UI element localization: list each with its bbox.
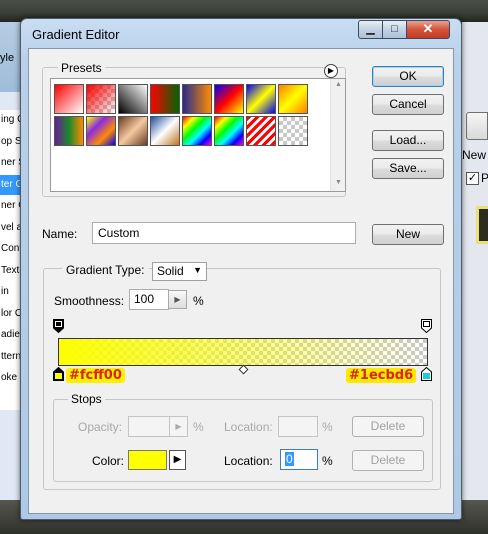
gradient-fill	[59, 339, 427, 365]
background-dialog-title: yle	[0, 52, 15, 64]
opacity-location-label: Location:	[224, 420, 273, 434]
preset-swatch-blue-yellow-blue[interactable]	[246, 84, 276, 114]
color-menu-button[interactable]: ▶	[169, 450, 186, 470]
gradient-type-label: Gradient Type:	[62, 263, 149, 277]
smoothness-label: Smoothness:	[54, 294, 125, 308]
scroll-up-icon[interactable]: ▲	[331, 81, 346, 88]
presets-scrollbar[interactable]: ▲ ▼	[330, 79, 345, 191]
preset-swatch-yellow-violet-orange-blue[interactable]	[86, 116, 116, 146]
opacity-location-percent: %	[322, 420, 333, 434]
background-button	[466, 112, 488, 140]
background-swatch	[476, 206, 488, 244]
background-style-list: ing Op op Sh ner Sh ter Gl ner Gl vel an Conto…	[0, 110, 22, 410]
background-style-list-item: in	[1, 286, 9, 297]
smoothness-input[interactable]: 100	[129, 289, 169, 310]
scroll-down-icon[interactable]: ▼	[331, 179, 346, 186]
play-arrow-icon: ▶	[174, 295, 181, 304]
left-color-hex-annotation: #fcff00	[66, 368, 125, 383]
ok-button[interactable]: OK	[372, 66, 444, 87]
presets-label: Presets	[58, 61, 105, 75]
delete-opacity-stop-button[interactable]: Delete	[352, 416, 424, 437]
stop-color-swatch[interactable]	[128, 450, 167, 470]
background-style-list-item: ner Sh	[1, 157, 21, 168]
preset-swatch-spectrum[interactable]	[182, 116, 212, 146]
opacity-input[interactable]	[128, 416, 170, 437]
preset-swatch-violet-orange[interactable]	[182, 84, 212, 114]
preset-swatch-blue-red-yellow[interactable]	[214, 84, 244, 114]
preset-swatch-copper[interactable]	[118, 116, 148, 146]
opacity-stop-icon	[53, 319, 64, 334]
preset-swatch-checker-empty[interactable]	[278, 116, 308, 146]
preset-swatch-black-white[interactable]	[118, 84, 148, 114]
color-location-value: 0	[285, 452, 294, 466]
color-label: Color:	[92, 454, 125, 468]
opacity-percent: %	[193, 420, 204, 434]
chevron-down-icon: ▼	[193, 265, 202, 275]
close-button[interactable]: ✕	[406, 20, 450, 39]
smoothness-stepper[interactable]: ▶	[168, 290, 187, 309]
smoothness-percent: %	[193, 294, 204, 308]
background-style-list-item: lor O	[1, 307, 22, 319]
right-color-hex-annotation: #1ecbd6	[346, 368, 417, 383]
color-stop-right[interactable]	[421, 366, 432, 381]
background-style-list-item: Conto	[1, 243, 21, 254]
opacity-stop-icon	[421, 319, 432, 334]
color-stop-icon	[53, 366, 64, 381]
color-location-input[interactable]: 0	[280, 449, 318, 470]
background-style-list-item: ttern O	[1, 350, 22, 362]
preset-swatch-transparent-rainbow[interactable]	[214, 116, 244, 146]
color-stop-left[interactable]	[53, 366, 64, 381]
delete-color-stop-button[interactable]: Delete	[352, 450, 424, 471]
background-right-dialog	[462, 22, 488, 500]
preset-swatch-chrome[interactable]	[150, 116, 180, 146]
background-style-list-item: ter Gl	[0, 174, 21, 195]
save-button[interactable]: Save...	[372, 158, 444, 179]
window-title: Gradient Editor	[32, 27, 120, 42]
load-button[interactable]: Load...	[372, 130, 444, 151]
preset-swatch-orange-yellow-orange[interactable]	[278, 84, 308, 114]
background-style-list-item: vel an	[1, 221, 21, 233]
gradient-type-select[interactable]: Solid ▼	[152, 262, 207, 281]
name-label: Name:	[42, 227, 78, 241]
preset-swatch-violet-green-orange[interactable]	[54, 116, 84, 146]
color-location-percent: %	[322, 454, 333, 468]
play-arrow-icon: ▶	[175, 422, 182, 431]
color-stop-icon	[421, 366, 432, 381]
opacity-location-input[interactable]	[278, 416, 318, 437]
background-preview-checkbox: ✓	[466, 172, 479, 185]
background-preview-label: P	[481, 171, 488, 185]
gradient-preview-bar[interactable]	[58, 338, 428, 366]
presets-menu-button[interactable]: ▶	[324, 64, 338, 78]
stops-label: Stops	[68, 392, 105, 406]
opacity-stop-right[interactable]	[421, 319, 432, 334]
background-style-list-item: op Sh	[1, 135, 22, 147]
gradient-type-value: Solid	[157, 264, 184, 278]
opacity-stepper[interactable]: ▶	[169, 416, 188, 437]
color-location-label: Location:	[224, 454, 273, 468]
close-icon: ✕	[422, 21, 434, 36]
minimize-button[interactable]: ▁	[358, 20, 383, 39]
maximize-button[interactable]: □	[382, 20, 407, 39]
play-arrow-icon: ▶	[173, 454, 182, 465]
background-style-list-item: adient	[1, 329, 21, 340]
background-style-list-item: Textu	[1, 264, 21, 276]
cancel-button[interactable]: Cancel	[372, 94, 444, 115]
play-arrow-icon: ▶	[327, 66, 335, 75]
opacity-stop-left[interactable]	[53, 319, 64, 334]
background-style-list-item: ner Gl	[1, 200, 21, 211]
opacity-label: Opacity:	[78, 420, 123, 434]
background-style-list-item: oke	[1, 372, 18, 383]
preset-swatch-transparent-stripes[interactable]	[246, 116, 276, 146]
background-new-label: New	[462, 148, 487, 162]
preset-swatch-fg-to-transparent[interactable]	[86, 84, 116, 114]
preset-swatch-fg-to-bg[interactable]	[54, 84, 84, 114]
preset-swatch-red-green[interactable]	[150, 84, 180, 114]
background-style-list-item: ing Op	[1, 114, 21, 125]
name-input[interactable]: Custom	[92, 222, 356, 244]
minimize-icon: ▁	[366, 23, 375, 35]
maximize-icon: □	[391, 23, 398, 35]
new-button[interactable]: New	[372, 224, 444, 245]
